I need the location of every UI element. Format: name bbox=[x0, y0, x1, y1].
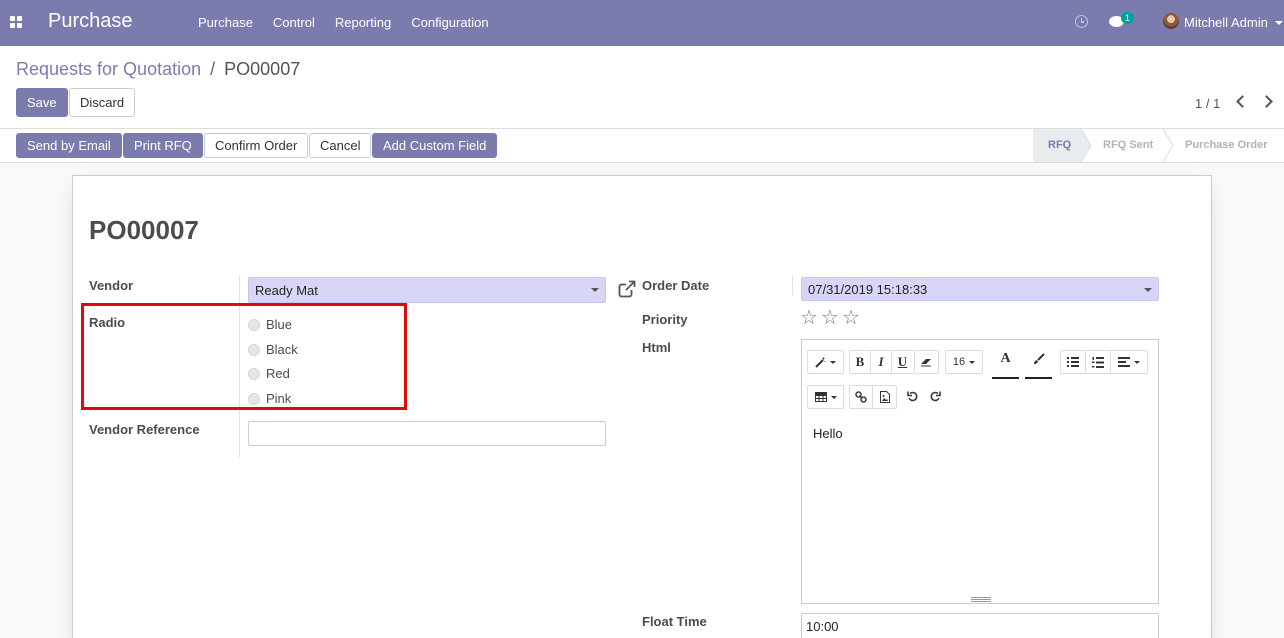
main-menu: Purchase Control Reporting Configuration bbox=[198, 15, 509, 30]
add-custom-field-button[interactable]: Add Custom Field bbox=[372, 133, 498, 158]
breadcrumb-current: PO00007 bbox=[224, 59, 301, 79]
vendor-label: Vendor bbox=[89, 278, 134, 293]
chevron-left-icon[interactable] bbox=[1236, 95, 1249, 108]
priority-label: Priority bbox=[642, 312, 688, 327]
magic-wand-icon[interactable] bbox=[808, 351, 843, 373]
star-outline-icon[interactable]: ☆ bbox=[800, 308, 818, 328]
background-color-button[interactable] bbox=[1025, 348, 1052, 372]
save-button[interactable]: Save bbox=[16, 88, 68, 117]
redo-icon[interactable] bbox=[930, 390, 941, 405]
user-menu[interactable]: Mitchell Admin bbox=[1184, 15, 1268, 30]
breadcrumb-separator: / bbox=[210, 59, 216, 79]
cancel-button[interactable]: Cancel bbox=[309, 133, 372, 158]
background-color-indicator bbox=[1025, 377, 1052, 379]
underline-icon[interactable]: U bbox=[892, 351, 913, 373]
undo-icon[interactable] bbox=[907, 390, 918, 405]
table-icon[interactable] bbox=[808, 386, 843, 408]
send-by-email-button[interactable]: Send by Email bbox=[16, 133, 122, 158]
font-size-dropdown[interactable]: 16 bbox=[945, 350, 983, 374]
stage-arrow-icon bbox=[1081, 129, 1092, 162]
chat-badge: 1 bbox=[1121, 12, 1135, 24]
app-name: Purchase bbox=[48, 10, 133, 32]
eraser-icon[interactable] bbox=[915, 351, 937, 373]
table-dropdown[interactable] bbox=[807, 385, 844, 409]
link-icon[interactable] bbox=[850, 386, 873, 408]
top-navbar: Purchase Purchase Control Reporting Conf… bbox=[0, 0, 1284, 46]
float-time-label: Float Time bbox=[642, 614, 707, 629]
external-link-icon[interactable] bbox=[618, 280, 636, 298]
chevron-down-icon[interactable] bbox=[1275, 21, 1283, 25]
menu-control[interactable]: Control bbox=[273, 15, 315, 30]
status-stage-purchase-order[interactable]: Purchase Order bbox=[1185, 129, 1268, 162]
font-color-button[interactable]: A bbox=[992, 348, 1019, 372]
highlight-box bbox=[81, 303, 407, 410]
vendor-reference-input[interactable] bbox=[248, 421, 606, 446]
insert-group bbox=[849, 385, 897, 409]
font-style-group: B I U bbox=[849, 350, 915, 374]
clock-icon[interactable] bbox=[1075, 15, 1088, 28]
status-stage-rfq-sent[interactable]: RFQ Sent bbox=[1103, 129, 1153, 162]
html-label: Html bbox=[642, 340, 671, 355]
pager-value[interactable]: 1 / 1 bbox=[1195, 96, 1220, 111]
avatar[interactable] bbox=[1163, 13, 1179, 29]
vendor-reference-label: Vendor Reference bbox=[89, 422, 200, 437]
apps-grid-icon[interactable] bbox=[10, 16, 22, 28]
star-outline-icon[interactable]: ☆ bbox=[842, 308, 860, 328]
paragraph-group bbox=[1060, 350, 1148, 374]
order-date-label: Order Date bbox=[642, 278, 710, 293]
statusbar: Send by Email Print RFQ Confirm Order Ca… bbox=[0, 128, 1284, 163]
resize-handle[interactable] bbox=[971, 597, 991, 602]
font-color-indicator bbox=[992, 377, 1019, 379]
breadcrumb-parent[interactable]: Requests for Quotation bbox=[16, 59, 201, 79]
status-stage-rfq[interactable]: RFQ bbox=[1033, 129, 1081, 162]
unordered-list-icon[interactable] bbox=[1061, 351, 1086, 373]
star-outline-icon[interactable]: ☆ bbox=[821, 308, 839, 328]
float-time-input[interactable]: 10:00 bbox=[801, 613, 1159, 638]
menu-configuration[interactable]: Configuration bbox=[411, 15, 488, 30]
html-editor: B I U 16 A Hello bbox=[801, 339, 1159, 604]
font-color-icon[interactable]: A bbox=[992, 348, 1019, 370]
vendor-select[interactable]: Ready Mat bbox=[248, 277, 606, 303]
chevron-right-icon[interactable] bbox=[1260, 95, 1273, 108]
style-dropdown[interactable] bbox=[807, 350, 844, 374]
image-icon[interactable] bbox=[873, 386, 896, 408]
ordered-list-icon[interactable] bbox=[1086, 351, 1111, 373]
paint-brush-icon[interactable] bbox=[1025, 348, 1052, 370]
discard-button[interactable]: Discard bbox=[69, 88, 136, 117]
order-date-input[interactable]: 07/31/2019 15:18:33 bbox=[801, 277, 1159, 301]
menu-purchase[interactable]: Purchase bbox=[198, 15, 253, 30]
stage-arrow-icon bbox=[1163, 129, 1174, 162]
font-size-value: 16 bbox=[946, 351, 982, 373]
record-title: PO00007 bbox=[89, 215, 199, 245]
breadcrumb: Requests for Quotation / PO00007 bbox=[16, 59, 300, 80]
menu-reporting[interactable]: Reporting bbox=[335, 15, 391, 30]
bold-icon[interactable]: B bbox=[850, 351, 871, 373]
align-icon[interactable] bbox=[1111, 351, 1147, 373]
label-divider bbox=[792, 275, 793, 295]
eraser-button[interactable] bbox=[915, 350, 939, 374]
print-rfq-button[interactable]: Print RFQ bbox=[123, 133, 203, 158]
html-editor-content[interactable]: Hello bbox=[813, 426, 843, 441]
italic-icon[interactable]: I bbox=[871, 351, 892, 373]
confirm-order-button[interactable]: Confirm Order bbox=[204, 133, 309, 158]
